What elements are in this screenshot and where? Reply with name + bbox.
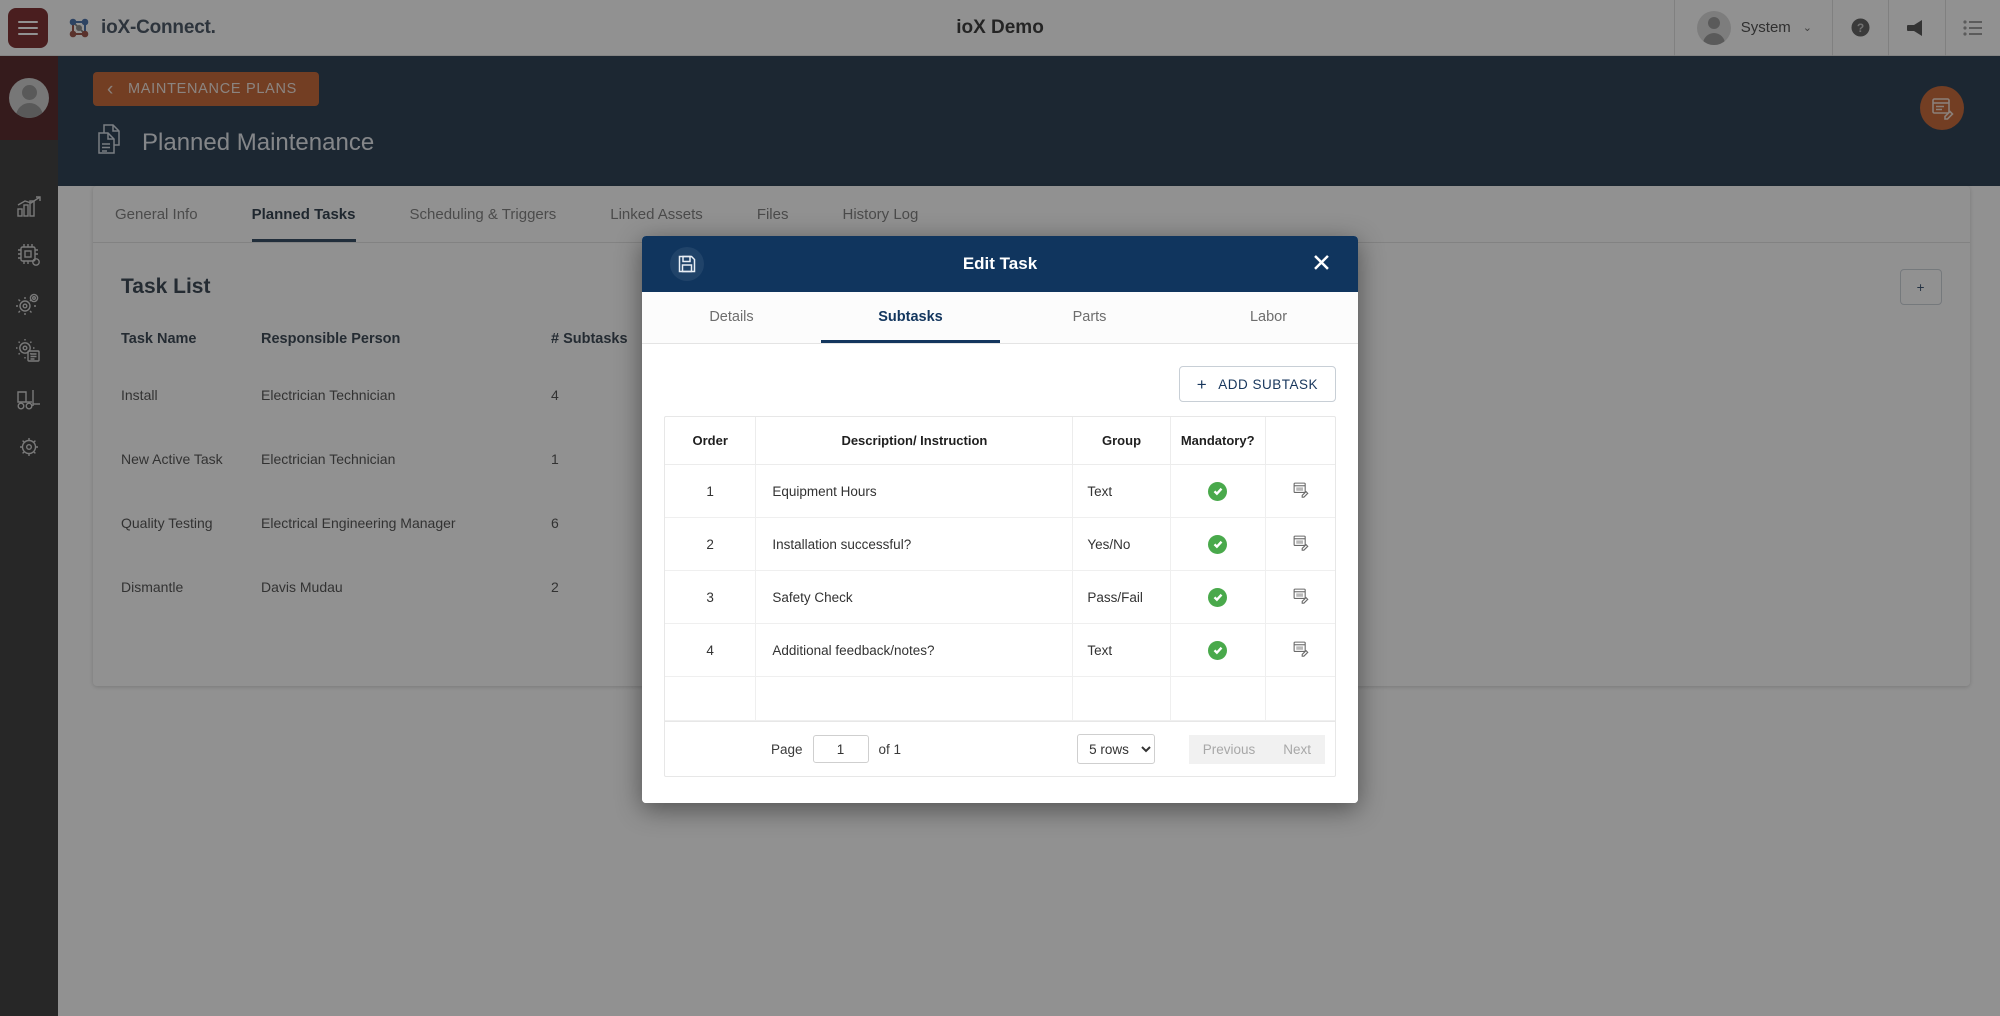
- cell-actions: [1265, 570, 1335, 624]
- dialog-header: Edit Task ✕: [642, 236, 1358, 292]
- tab-parts[interactable]: Parts: [1000, 292, 1179, 343]
- dialog-tabs: Details Subtasks Parts Labor: [642, 292, 1358, 344]
- edit-note-icon[interactable]: [1292, 534, 1309, 551]
- cell-description: Safety Check: [755, 570, 1074, 624]
- cell-group: Text: [1072, 464, 1171, 518]
- cell-actions: [1265, 623, 1335, 677]
- add-subtask-label: ADD SUBTASK: [1218, 376, 1318, 392]
- subtasks-table: Order Description/ Instruction Group Man…: [665, 417, 1335, 721]
- cell-order: 3: [665, 570, 757, 624]
- subtasks-table-body: 1 Equipment Hours Text 2 Installation su…: [665, 464, 1335, 721]
- previous-page-button[interactable]: Previous: [1188, 734, 1270, 764]
- save-button[interactable]: [670, 247, 704, 281]
- column-actions: [1265, 417, 1335, 465]
- table-row-empty: [665, 676, 1335, 721]
- table-row[interactable]: 1 Equipment Hours Text: [665, 464, 1335, 518]
- cell-group: Text: [1072, 623, 1171, 677]
- cell-order: 2: [665, 517, 757, 571]
- column-group: Group: [1072, 417, 1171, 465]
- next-page-button[interactable]: Next: [1269, 734, 1325, 764]
- dialog-body: + ADD SUBTASK Order Description/ Instruc…: [642, 344, 1358, 803]
- cell-group: Pass/Fail: [1072, 570, 1171, 624]
- column-mandatory: Mandatory?: [1170, 417, 1266, 465]
- add-subtask-button[interactable]: + ADD SUBTASK: [1178, 366, 1336, 402]
- cell-actions: [1265, 517, 1335, 571]
- cell-mandatory: [1170, 517, 1266, 571]
- table-header-row: Order Description/ Instruction Group Man…: [665, 417, 1335, 465]
- cell-description: Equipment Hours: [755, 464, 1074, 518]
- tab-details[interactable]: Details: [642, 292, 821, 343]
- add-subtask-row: + ADD SUBTASK: [664, 366, 1336, 402]
- edit-task-dialog: Edit Task ✕ Details Subtasks Parts Labor…: [642, 236, 1358, 803]
- cell-actions: [1265, 464, 1335, 518]
- pagination-bar: Page of 1 5 rows 10 rows 25 rows 50 rows…: [665, 721, 1335, 776]
- cell-order: 1: [665, 464, 757, 518]
- tab-labor[interactable]: Labor: [1179, 292, 1358, 343]
- dialog-title: Edit Task: [962, 254, 1038, 273]
- cell-description: Additional feedback/notes?: [755, 623, 1074, 677]
- table-row[interactable]: 4 Additional feedback/notes? Text: [665, 623, 1335, 677]
- app-root: ioX-Connect. ioX Demo System ⌄ ?: [0, 0, 2000, 1016]
- save-floppy-icon: [678, 255, 696, 273]
- cell-mandatory: [1170, 570, 1266, 624]
- close-icon[interactable]: ✕: [1311, 251, 1332, 277]
- column-description: Description/ Instruction: [755, 417, 1074, 465]
- check-circle-icon: [1208, 587, 1228, 607]
- rows-per-page-select[interactable]: 5 rows 10 rows 25 rows 50 rows: [1077, 734, 1156, 764]
- subtasks-table-wrapper: Order Description/ Instruction Group Man…: [664, 416, 1336, 777]
- check-circle-icon: [1208, 481, 1228, 501]
- cell-group: Yes/No: [1072, 517, 1171, 571]
- cell-mandatory: [1170, 464, 1266, 518]
- plus-icon: +: [1196, 374, 1208, 394]
- column-order: Order: [665, 417, 757, 465]
- page-number-input[interactable]: [812, 735, 869, 763]
- edit-note-icon[interactable]: [1292, 481, 1309, 498]
- tab-subtasks[interactable]: Subtasks: [821, 292, 1000, 343]
- edit-note-icon[interactable]: [1292, 640, 1309, 657]
- check-circle-icon: [1208, 534, 1228, 554]
- cell-mandatory: [1170, 623, 1266, 677]
- edit-note-icon[interactable]: [1292, 587, 1309, 604]
- table-row[interactable]: 3 Safety Check Pass/Fail: [665, 570, 1335, 624]
- pagination-buttons: Previous Next: [1188, 734, 1325, 764]
- page-total-label: of 1: [878, 741, 902, 757]
- page-label: Page: [771, 741, 803, 757]
- cell-description: Installation successful?: [755, 517, 1074, 571]
- table-row[interactable]: 2 Installation successful? Yes/No: [665, 517, 1335, 571]
- cell-order: 4: [665, 623, 757, 677]
- check-circle-icon: [1208, 640, 1228, 660]
